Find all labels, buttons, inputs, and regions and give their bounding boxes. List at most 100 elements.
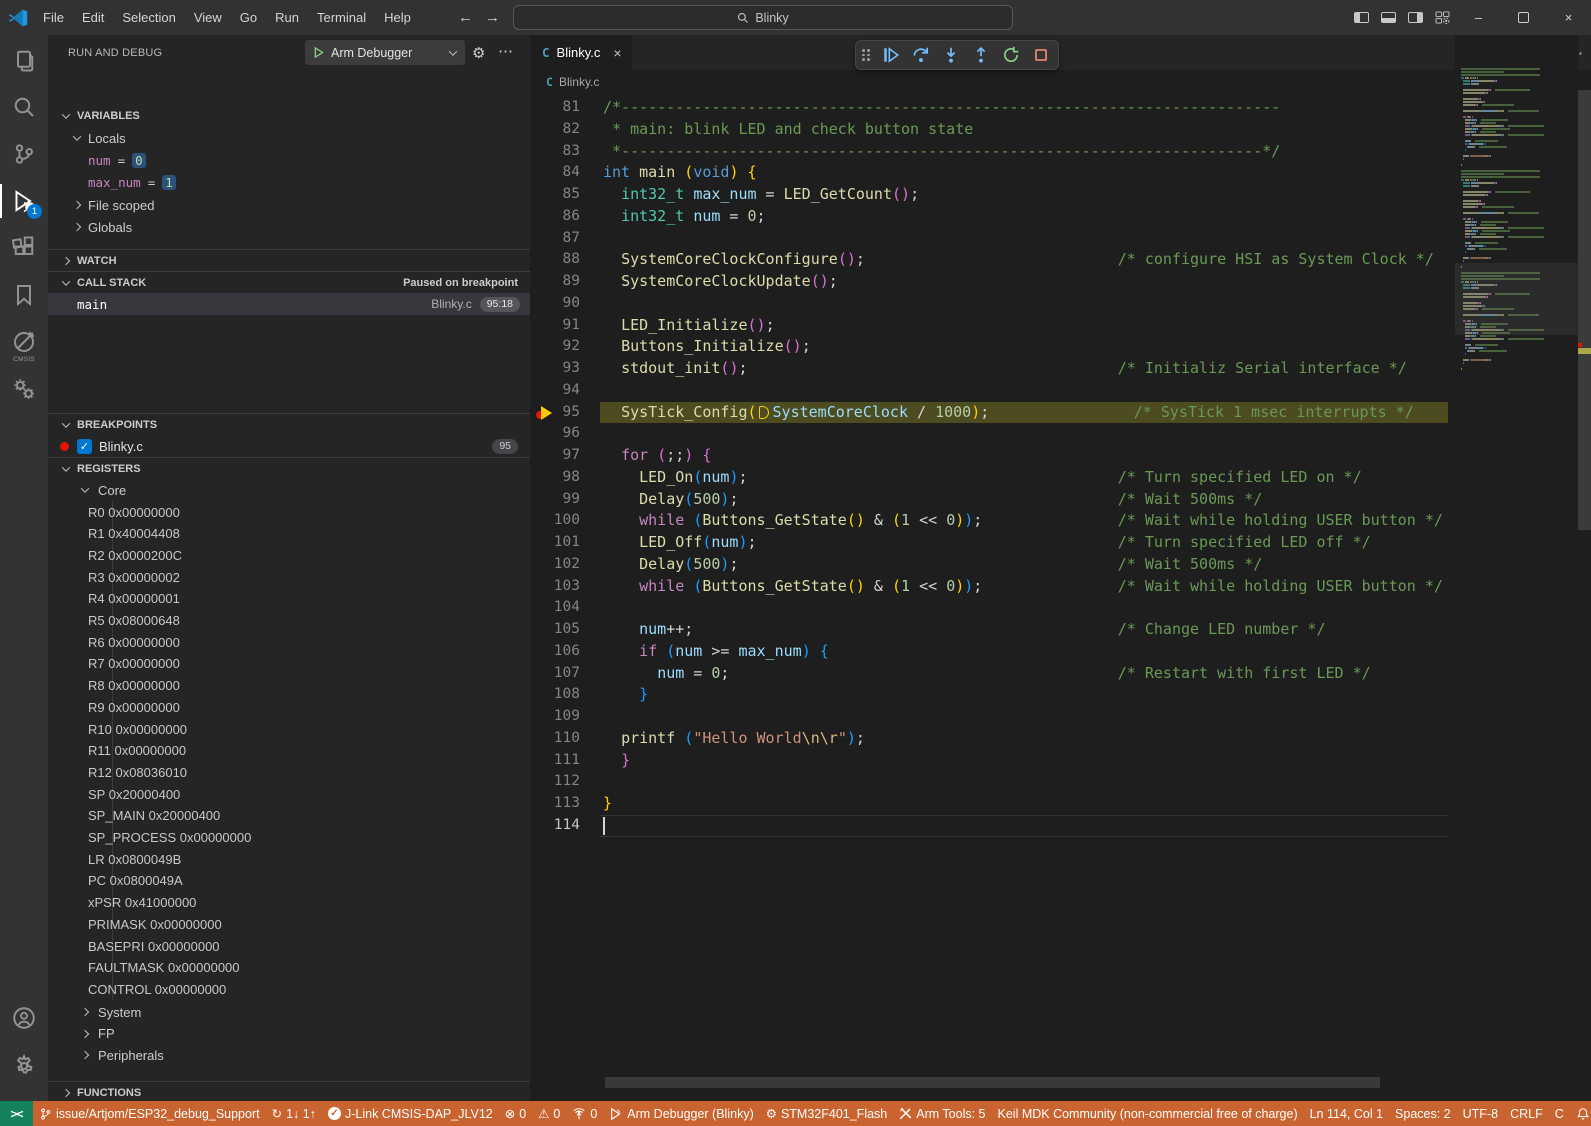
line-number[interactable]: 102 bbox=[530, 554, 580, 576]
registers-group-fp[interactable]: FP bbox=[48, 1023, 530, 1045]
debug-step-into-button[interactable] bbox=[940, 43, 962, 67]
toggle-panel-icon[interactable] bbox=[1375, 0, 1402, 35]
register-row[interactable]: R3 0x00000002 bbox=[48, 566, 530, 588]
line-number[interactable]: 97 bbox=[530, 445, 580, 467]
code-line[interactable]: 97 for (;;) { bbox=[530, 445, 1455, 467]
variables-scope-file-scoped[interactable]: File scoped bbox=[48, 194, 530, 216]
activity-item-run-and-debug[interactable]: 1 bbox=[0, 178, 48, 224]
registers-group-core[interactable]: Core bbox=[48, 479, 530, 501]
register-row[interactable]: LR 0x0800049B bbox=[48, 848, 530, 870]
line-number[interactable]: 98 bbox=[530, 467, 580, 489]
line-number[interactable]: 86 bbox=[530, 206, 580, 228]
views-more-actions-icon[interactable]: ⋯ bbox=[498, 42, 513, 60]
registers-group-peripherals[interactable]: Peripherals bbox=[48, 1044, 530, 1066]
code-line[interactable]: 85 int32_t max_num = LED_GetCount(); bbox=[530, 184, 1455, 206]
call-stack-frame[interactable]: mainBlinky.c95:18 bbox=[48, 293, 530, 315]
maximize-button[interactable] bbox=[1501, 0, 1546, 35]
breakpoint-stackframe-icon[interactable] bbox=[536, 402, 558, 424]
code-line[interactable]: 109 bbox=[530, 706, 1455, 728]
code-line[interactable]: 112 bbox=[530, 771, 1455, 793]
status-item-keil-mdk-community-non-comme[interactable]: Keil MDK Community (non-commercial free … bbox=[992, 1101, 1304, 1126]
register-row[interactable]: SP_MAIN 0x20000400 bbox=[48, 805, 530, 827]
line-number[interactable]: 99 bbox=[530, 489, 580, 511]
line-number[interactable]: 103 bbox=[530, 576, 580, 598]
status-item-arm-debugger-blinky-[interactable]: Arm Debugger (Blinky) bbox=[603, 1101, 759, 1126]
line-number[interactable]: 82 bbox=[530, 119, 580, 141]
menu-item-view[interactable]: View bbox=[185, 6, 231, 29]
debug-continue-button[interactable] bbox=[880, 43, 902, 67]
menu-item-terminal[interactable]: Terminal bbox=[308, 6, 375, 29]
breadcrumb-file[interactable]: Blinky.c bbox=[559, 75, 599, 89]
code-line[interactable]: 92 Buttons_Initialize(); bbox=[530, 336, 1455, 358]
code-line[interactable]: 81/*------------------------------------… bbox=[530, 97, 1455, 119]
register-row[interactable]: BASEPRI 0x00000000 bbox=[48, 935, 530, 957]
editor-vertical-scrollbar[interactable] bbox=[1578, 35, 1591, 1087]
start-debug-icon[interactable] bbox=[314, 47, 324, 58]
register-row[interactable]: SP 0x20000400 bbox=[48, 783, 530, 805]
debug-restart-button[interactable] bbox=[1000, 43, 1022, 67]
code-line[interactable]: 99 Delay(500); /* Wait 500ms */ bbox=[530, 489, 1455, 511]
inline-breakpoint-hint-icon[interactable] bbox=[759, 406, 769, 419]
section-call-stack[interactable]: CALL STACKPaused on breakpoint bbox=[48, 271, 530, 293]
status-item-0[interactable]: 0 bbox=[566, 1101, 603, 1126]
toggle-secondary-sidebar-icon[interactable] bbox=[1402, 0, 1429, 35]
close-window-button[interactable]: × bbox=[1546, 0, 1591, 35]
section-breakpoints[interactable]: BREAKPOINTS bbox=[48, 413, 530, 435]
code-line[interactable]: 111 } bbox=[530, 750, 1455, 772]
register-row[interactable]: R7 0x00000000 bbox=[48, 653, 530, 675]
status-item-ln-114-col-1[interactable]: Ln 114, Col 1 bbox=[1304, 1101, 1389, 1126]
line-number[interactable]: 101 bbox=[530, 532, 580, 554]
register-row[interactable]: R1 0x40004408 bbox=[48, 523, 530, 545]
code-line[interactable]: 87 bbox=[530, 228, 1455, 250]
code-line[interactable]: 90 bbox=[530, 293, 1455, 315]
variable-row[interactable]: max_num=1 bbox=[48, 171, 530, 193]
line-number[interactable]: 113 bbox=[530, 793, 580, 815]
code-line[interactable]: 106 if (num >= max_num) { bbox=[530, 641, 1455, 663]
register-row[interactable]: R9 0x00000000 bbox=[48, 696, 530, 718]
line-number[interactable]: 91 bbox=[530, 315, 580, 337]
status-item-c[interactable]: C bbox=[1549, 1101, 1570, 1126]
register-row[interactable]: R4 0x00000001 bbox=[48, 588, 530, 610]
line-number[interactable]: 83 bbox=[530, 141, 580, 163]
register-row[interactable]: R0 0x00000000 bbox=[48, 501, 530, 523]
activity-item-settings[interactable] bbox=[0, 1043, 48, 1089]
register-row[interactable]: PRIMASK 0x00000000 bbox=[48, 913, 530, 935]
activity-item-accounts[interactable] bbox=[0, 995, 48, 1041]
line-number[interactable]: 106 bbox=[530, 641, 580, 663]
minimize-button[interactable]: – bbox=[1456, 0, 1501, 35]
status-item-stm32f401-flash[interactable]: ⚙STM32F401_Flash bbox=[760, 1101, 894, 1126]
activity-item-source-control[interactable] bbox=[0, 131, 48, 177]
register-row[interactable]: R6 0x00000000 bbox=[48, 631, 530, 653]
toggle-primary-sidebar-icon[interactable] bbox=[1348, 0, 1375, 35]
line-number[interactable]: 93 bbox=[530, 358, 580, 380]
register-row[interactable]: R8 0x00000000 bbox=[48, 675, 530, 697]
status-item-arm-tools-5[interactable]: Arm Tools: 5 bbox=[893, 1101, 991, 1126]
line-number[interactable]: 87 bbox=[530, 228, 580, 250]
menu-item-file[interactable]: File bbox=[34, 6, 73, 29]
registers-group-system[interactable]: System bbox=[48, 1001, 530, 1023]
status-item-bell[interactable] bbox=[1570, 1101, 1591, 1126]
menu-item-selection[interactable]: Selection bbox=[113, 6, 184, 29]
activity-item-bookmarks[interactable] bbox=[0, 272, 48, 318]
variables-scope-locals[interactable]: Locals bbox=[48, 127, 530, 149]
code-line[interactable]: 95 SysTick_Config(SystemCoreClock / 1000… bbox=[530, 402, 1455, 424]
code-line[interactable]: 89 SystemCoreClockUpdate(); bbox=[530, 271, 1455, 293]
code-line[interactable]: 108 } bbox=[530, 684, 1455, 706]
section-functions[interactable]: FUNCTIONS bbox=[48, 1081, 530, 1101]
status-item-0[interactable]: ⊗0 bbox=[499, 1101, 532, 1126]
status-item-0[interactable]: ⚠0 bbox=[532, 1101, 566, 1126]
register-row[interactable]: xPSR 0x41000000 bbox=[48, 892, 530, 914]
line-number[interactable]: 92 bbox=[530, 336, 580, 358]
editor-horizontal-scrollbar[interactable] bbox=[605, 1077, 1380, 1088]
code-line[interactable]: 103 while (Buttons_GetState() & (1 << 0)… bbox=[530, 576, 1455, 598]
menu-item-edit[interactable]: Edit bbox=[73, 6, 113, 29]
code-line[interactable]: 101 LED_Off(num); /* Turn specified LED … bbox=[530, 532, 1455, 554]
register-row[interactable]: R12 0x08036010 bbox=[48, 761, 530, 783]
status-item-issue-artjom-esp32-debug-sup[interactable]: issue/Artjom/ESP32_debug_Support bbox=[33, 1101, 266, 1126]
variable-row[interactable]: num=0 bbox=[48, 149, 530, 171]
code-line[interactable]: 82 * main: blink LED and check button st… bbox=[530, 119, 1455, 141]
register-row[interactable]: R2 0x0000200C bbox=[48, 544, 530, 566]
code-line[interactable]: 84int main (void) { bbox=[530, 162, 1455, 184]
line-number[interactable]: 114 bbox=[530, 815, 580, 837]
line-number[interactable]: 108 bbox=[530, 684, 580, 706]
